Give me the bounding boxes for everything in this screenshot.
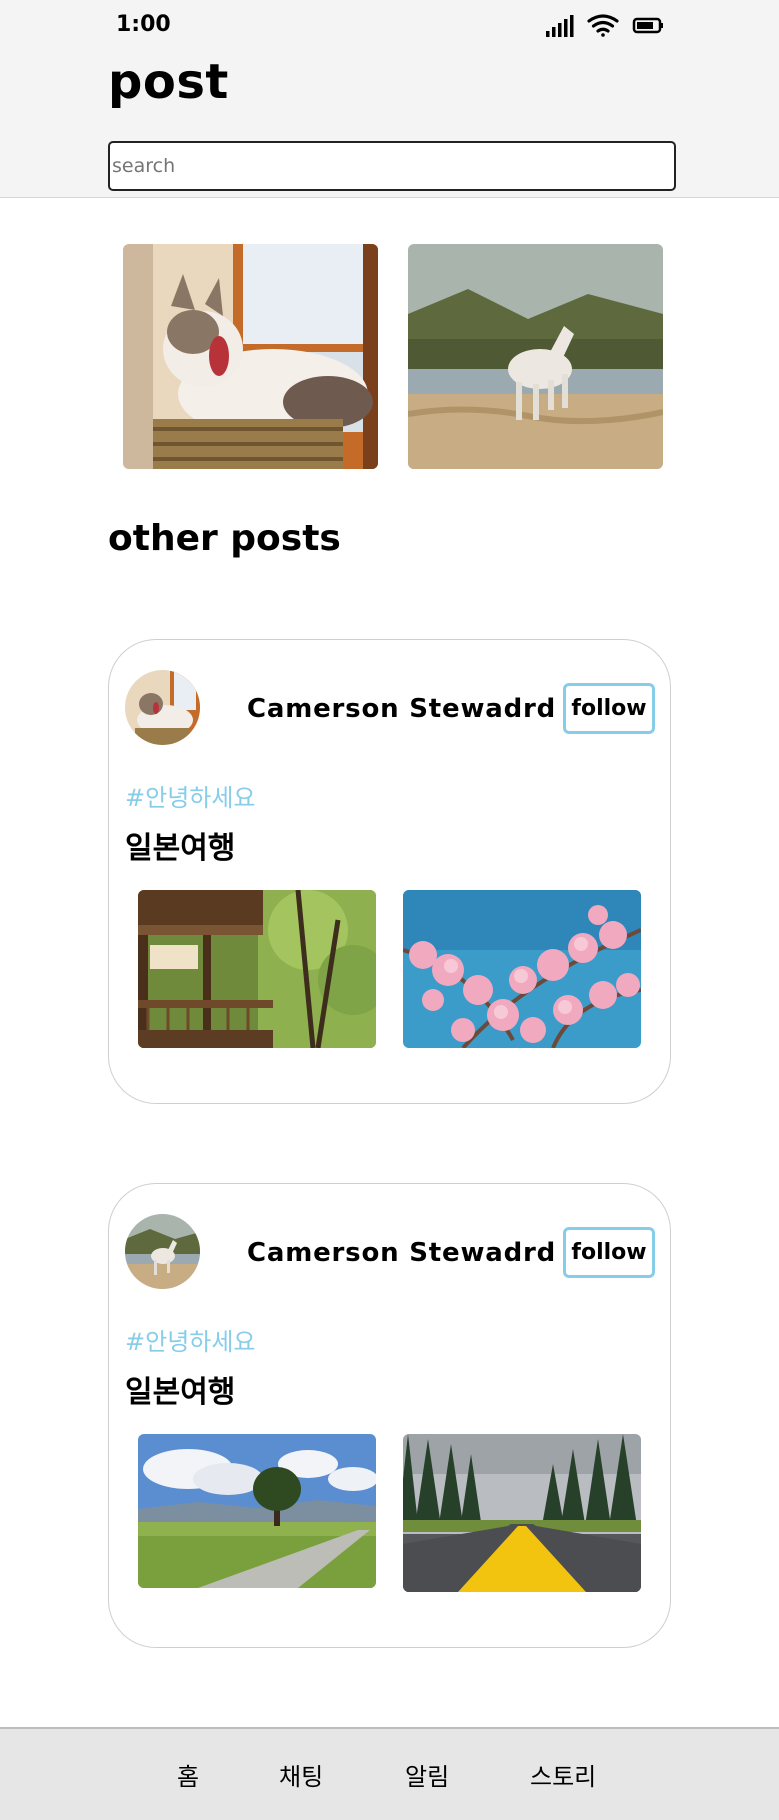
post-hashtag[interactable]: #안녕하세요 (125, 778, 256, 813)
author-avatar[interactable] (125, 1214, 200, 1289)
nav-item-story[interactable]: 스토리 (530, 1757, 596, 1792)
author-name[interactable]: Camerson Stewadrd (247, 694, 556, 724)
post-photo-meadow-tree[interactable] (138, 1434, 376, 1588)
post-card: Camerson Stewadrd follow #안녕하세요 일본여행 (108, 639, 671, 1104)
featured-photo-horse[interactable] (408, 244, 663, 469)
post-photo-temple[interactable] (138, 890, 376, 1048)
nav-item-chat[interactable]: 채팅 (279, 1757, 323, 1792)
follow-button[interactable]: follow (563, 683, 655, 734)
battery-icon (632, 17, 663, 34)
author-name[interactable]: Camerson Stewadrd (247, 1238, 556, 1268)
search-input[interactable] (108, 141, 676, 191)
status-time: 1:00 (116, 12, 171, 37)
cellular-signal-icon (546, 15, 574, 37)
post-title: 일본여행 (125, 1375, 236, 1410)
wifi-icon (587, 14, 619, 37)
post-card: Camerson Stewadrd follow #안녕하세요 일본여행 (108, 1183, 671, 1648)
page-title: post (108, 54, 229, 110)
nav-item-home[interactable]: 홈 (177, 1757, 199, 1792)
header: 1:00 post (0, 0, 779, 198)
other-posts-title: other posts (108, 518, 341, 559)
page: 1:00 post search other posts Camerson St… (0, 0, 779, 1820)
follow-button[interactable]: follow (563, 1227, 655, 1278)
author-avatar[interactable] (125, 670, 200, 745)
nav-item-notifications[interactable]: 알림 (405, 1757, 449, 1792)
post-title: 일본여행 (125, 831, 236, 866)
post-photo-road-forest[interactable] (403, 1434, 641, 1592)
status-icons (546, 14, 663, 37)
post-photo-cherry-blossom[interactable] (403, 890, 641, 1048)
post-hashtag[interactable]: #안녕하세요 (125, 1322, 256, 1357)
bottom-navigation: 홈 채팅 알림 스토리 (0, 1727, 779, 1820)
featured-photo-cat[interactable] (123, 244, 378, 469)
